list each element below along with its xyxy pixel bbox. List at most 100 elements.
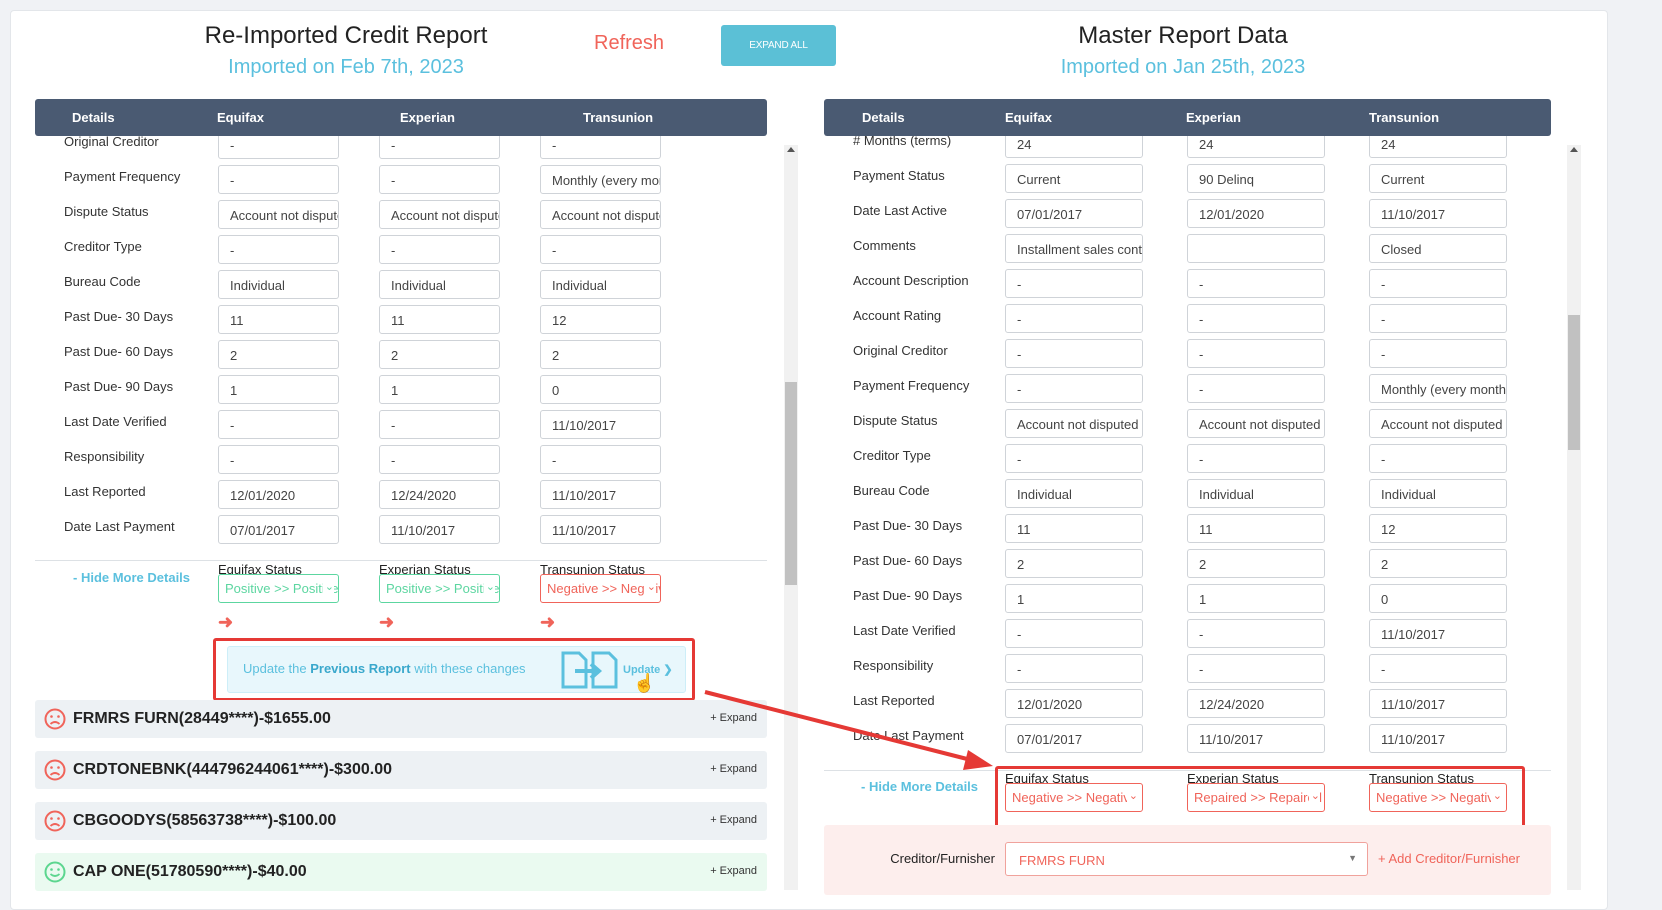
experian-value-field[interactable]: 1 [379, 375, 500, 404]
equifax-value-field[interactable]: Individual [1005, 479, 1143, 508]
transunion-value-field[interactable]: Individual [540, 270, 661, 299]
equifax-value-field[interactable]: - [1005, 654, 1143, 683]
equifax-value-field[interactable]: 07/01/2017 [1005, 724, 1143, 753]
equifax-value-field[interactable]: 2 [1005, 549, 1143, 578]
expand-link[interactable]: + Expand [710, 814, 757, 826]
equifax-value-field[interactable]: 12/01/2020 [218, 480, 339, 509]
expand-link[interactable]: + Expand [710, 763, 757, 775]
transunion-value-field[interactable]: 2 [540, 340, 661, 369]
refresh-link[interactable]: Refresh [594, 32, 664, 55]
equifax-value-field[interactable]: Installment sales contract [1005, 234, 1143, 263]
experian-value-field[interactable]: 1 [1187, 584, 1325, 613]
equifax-value-field[interactable]: 24 [1005, 136, 1143, 158]
equifax-value-field[interactable]: - [218, 445, 339, 474]
transunion-value-field[interactable]: Monthly (every month) [1369, 374, 1507, 403]
experian-value-field[interactable]: 11 [379, 305, 500, 334]
experian-value-field[interactable]: - [1187, 654, 1325, 683]
equifax-value-field[interactable]: 12/01/2020 [1005, 689, 1143, 718]
transunion-value-field[interactable]: Individual [1369, 479, 1507, 508]
experian-value-field[interactable]: Account not disputed [1187, 409, 1325, 438]
transunion-value-field[interactable]: 11/10/2017 [540, 515, 661, 544]
experian-value-field[interactable]: 12/01/2020 [1187, 199, 1325, 228]
transunion-value-field[interactable]: - [540, 445, 661, 474]
transunion-value-field[interactable]: 11/10/2017 [1369, 724, 1507, 753]
equifax-value-field[interactable]: - [1005, 619, 1143, 648]
equifax-value-field[interactable]: 1 [1005, 584, 1143, 613]
transunion-value-field[interactable]: - [540, 136, 661, 159]
experian-value-field[interactable]: Individual [1187, 479, 1325, 508]
transunion-value-field[interactable]: 24 [1369, 136, 1507, 158]
transunion-value-field[interactable]: Monthly (every month) [540, 165, 661, 194]
equifax-value-field[interactable]: Individual [218, 270, 339, 299]
equifax-status-select[interactable]: Positive >> Positive ⌄ [218, 574, 339, 603]
transunion-value-field[interactable]: - [1369, 339, 1507, 368]
experian-value-field[interactable]: - [1187, 269, 1325, 298]
experian-value-field[interactable]: - [1187, 304, 1325, 333]
experian-status-select[interactable]: Positive >> Positive ⌄ [379, 574, 500, 603]
experian-value-field[interactable]: - [1187, 339, 1325, 368]
equifax-value-field[interactable]: - [218, 235, 339, 264]
scroll-up-icon[interactable] [787, 147, 795, 152]
left-scroll-thumb[interactable] [785, 382, 797, 585]
equifax-value-field[interactable]: Account not disputed [1005, 409, 1143, 438]
experian-value-field[interactable] [1187, 234, 1325, 263]
add-creditor-link[interactable]: + Add Creditor/Furnisher [1378, 851, 1520, 866]
equifax-value-field[interactable]: - [1005, 444, 1143, 473]
transunion-value-field[interactable]: 12 [1369, 514, 1507, 543]
account-row[interactable]: FRMRS FURN(28449****)-$1655.00 + Expand [35, 700, 767, 738]
experian-value-field[interactable]: Account not disputed [379, 200, 500, 229]
transunion-value-field[interactable]: 11/10/2017 [1369, 199, 1507, 228]
transunion-value-field[interactable]: 2 [1369, 549, 1507, 578]
experian-value-field[interactable]: - [1187, 444, 1325, 473]
equifax-value-field[interactable]: 07/01/2017 [1005, 199, 1143, 228]
transunion-value-field[interactable]: Account not disputed [540, 200, 661, 229]
experian-value-field[interactable]: - [379, 235, 500, 264]
equifax-value-field[interactable]: - [1005, 374, 1143, 403]
equifax-value-field[interactable]: - [1005, 339, 1143, 368]
expand-link[interactable]: + Expand [710, 865, 757, 877]
equifax-value-field[interactable]: - [218, 410, 339, 439]
experian-value-field[interactable]: - [379, 410, 500, 439]
creditor-select[interactable]: FRMRS FURN ▼ [1005, 842, 1368, 876]
equifax-value-field[interactable]: Current [1005, 164, 1143, 193]
experian-value-field[interactable]: 2 [379, 340, 500, 369]
experian-value-field[interactable]: Individual [379, 270, 500, 299]
transunion-value-field[interactable]: 0 [540, 375, 661, 404]
right-scrollbar[interactable] [1567, 145, 1581, 890]
equifax-value-field[interactable]: - [1005, 304, 1143, 333]
equifax-value-field[interactable]: 11 [1005, 514, 1143, 543]
experian-value-field[interactable]: 2 [1187, 549, 1325, 578]
experian-value-field[interactable]: 11/10/2017 [1187, 724, 1325, 753]
account-row[interactable]: CBGOODYS(58563738****)-$100.00 + Expand [35, 802, 767, 840]
equifax-value-field[interactable]: - [1005, 269, 1143, 298]
expand-link[interactable]: + Expand [710, 712, 757, 724]
equifax-value-field[interactable]: Account not disputed [218, 200, 339, 229]
account-row[interactable]: CRDTONEBNK(444796244061****)-$300.00 + Ex… [35, 751, 767, 789]
equifax-value-field[interactable]: 07/01/2017 [218, 515, 339, 544]
transunion-value-field[interactable]: - [540, 235, 661, 264]
right-scroll-thumb[interactable] [1568, 315, 1580, 450]
transunion-value-field[interactable]: - [1369, 269, 1507, 298]
transunion-value-field[interactable]: 11/10/2017 [1369, 619, 1507, 648]
experian-value-field[interactable]: 11/10/2017 [379, 515, 500, 544]
transunion-value-field[interactable]: Closed [1369, 234, 1507, 263]
transunion-value-field[interactable]: Account not disputed [1369, 409, 1507, 438]
transunion-value-field[interactable]: - [1369, 444, 1507, 473]
transunion-value-field[interactable]: 12 [540, 305, 661, 334]
account-row[interactable]: CAP ONE(51780590****)-$40.00 + Expand [35, 853, 767, 891]
equifax-value-field[interactable]: 1 [218, 375, 339, 404]
experian-value-field[interactable]: 12/24/2020 [1187, 689, 1325, 718]
experian-value-field[interactable]: - [1187, 619, 1325, 648]
equifax-value-field[interactable]: - [218, 165, 339, 194]
equifax-value-field[interactable]: 2 [218, 340, 339, 369]
transunion-value-field[interactable]: 11/10/2017 [540, 410, 661, 439]
experian-value-field[interactable]: 90 Delinq [1187, 164, 1325, 193]
experian-value-field[interactable]: - [379, 136, 500, 159]
transunion-status-select[interactable]: Negative >> Negative ⌄ [540, 574, 661, 603]
experian-value-field[interactable]: - [379, 165, 500, 194]
equifax-value-field[interactable]: - [218, 136, 339, 159]
hide-more-details-link[interactable]: - Hide More Details [73, 570, 190, 585]
transunion-value-field[interactable]: - [1369, 654, 1507, 683]
experian-value-field[interactable]: - [379, 445, 500, 474]
hide-more-details-link[interactable]: - Hide More Details [861, 779, 978, 794]
